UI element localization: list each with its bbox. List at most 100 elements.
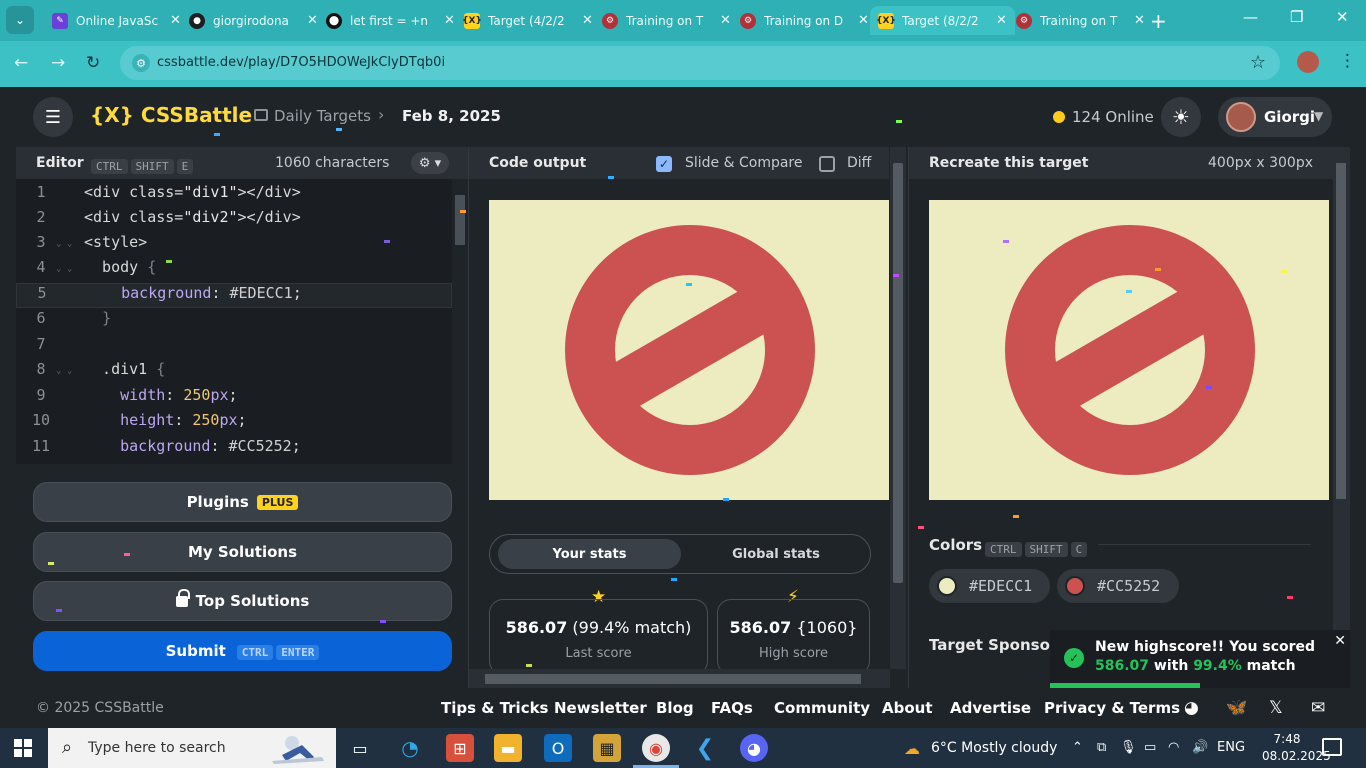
scrollbar-thumb[interactable]: [1336, 163, 1346, 499]
confetti: [671, 578, 677, 581]
file-explorer-icon[interactable]: ▬: [494, 734, 522, 762]
editor-scrollbar[interactable]: [452, 179, 468, 464]
site-info-icon[interactable]: ⚙: [132, 54, 150, 72]
bluesky-icon[interactable]: 🦋: [1226, 698, 1247, 718]
kbd-key: CTRL: [985, 542, 1022, 557]
network-icon[interactable]: ⧉: [1097, 740, 1106, 755]
weather-icon[interactable]: ☁: [898, 734, 926, 762]
outlook-icon[interactable]: O: [544, 734, 572, 762]
system-clock[interactable]: 7:48 08.02.2025: [1262, 731, 1331, 765]
close-tab-icon[interactable]: ✕: [720, 13, 731, 28]
slide-compare-checkbox[interactable]: ✓: [656, 156, 672, 172]
slide-compare-label[interactable]: Slide & Compare: [685, 155, 803, 171]
browser-tab[interactable]: ● giorgirodona ✕: [181, 6, 326, 35]
forward-icon[interactable]: →: [51, 53, 65, 73]
browser-tab[interactable]: ⚙ Training on D ✕: [732, 6, 877, 35]
close-tab-icon[interactable]: ✕: [858, 13, 869, 28]
browser-tab[interactable]: ⬤ let first = +n ✕: [318, 6, 463, 35]
fold-chevron-icon[interactable]: ⌄ ⌄: [56, 264, 72, 274]
diff-label[interactable]: Diff: [847, 155, 871, 171]
theme-toggle-sun-icon[interactable]: ☀: [1161, 97, 1201, 137]
footer-link-blog[interactable]: Blog: [656, 699, 694, 717]
close-tab-icon[interactable]: ✕: [582, 13, 593, 28]
footer-link-privacy[interactable]: Privacy & Terms: [1044, 699, 1180, 717]
bookmark-star-icon[interactable]: ☆: [1250, 52, 1266, 73]
footer-link-community[interactable]: Community: [774, 699, 870, 717]
browser-tab[interactable]: ✎ Online JavaSc ✕: [44, 6, 189, 35]
reload-icon[interactable]: ↻: [86, 53, 100, 73]
fold-chevron-icon[interactable]: ⌄ ⌄: [56, 366, 72, 376]
discord-icon[interactable]: ◕: [1184, 698, 1199, 718]
footer-link-newsletter[interactable]: Newsletter: [554, 699, 647, 717]
color-swatch[interactable]: #EDECC1: [929, 569, 1050, 603]
close-tab-icon[interactable]: ✕: [996, 13, 1007, 28]
plugins-button[interactable]: Plugins PLUS: [33, 482, 452, 522]
github-icon: ●: [189, 12, 205, 29]
code-output-preview[interactable]: [489, 200, 889, 500]
top-solutions-button[interactable]: Top Solutions: [33, 581, 452, 621]
editor-settings-gear-icon[interactable]: ⚙ ▾: [411, 152, 449, 174]
store-icon[interactable]: ⊞: [446, 734, 474, 762]
email-icon[interactable]: ✉: [1311, 698, 1325, 718]
color-swatch[interactable]: #CC5252: [1057, 569, 1179, 603]
diff-checkbox[interactable]: [819, 156, 835, 172]
browser-tab[interactable]: ⚙ Training on T ✕: [1008, 6, 1153, 35]
footer-link-tips[interactable]: Tips & Tricks: [441, 699, 548, 717]
edge-icon[interactable]: ◔: [396, 734, 424, 762]
battery-icon[interactable]: ▭: [1144, 740, 1156, 755]
task-view-icon[interactable]: ▭: [346, 734, 374, 762]
browser-tab-active[interactable]: {X} Target (8/2/2 ✕: [870, 6, 1015, 35]
browser-menu-icon[interactable]: ⋮: [1339, 51, 1356, 71]
footer-link-faqs[interactable]: FAQs: [711, 699, 753, 717]
new-tab-icon[interactable]: +: [1150, 9, 1167, 33]
restore-icon[interactable]: ❐: [1290, 8, 1303, 26]
code-editor[interactable]: 1 <div class="div1"></div> 2 <div class=…: [16, 179, 468, 464]
url-input[interactable]: ⚙ cssbattle.dev/play/D7O5HDOWeJkClyDTqb0…: [120, 46, 1280, 80]
profile-avatar[interactable]: [1297, 51, 1319, 73]
submit-button[interactable]: Submit CTRL ENTER: [33, 631, 452, 671]
footer-link-about[interactable]: About: [882, 699, 933, 717]
app-icon[interactable]: ▦: [593, 734, 621, 762]
tab-your-stats[interactable]: Your stats: [498, 539, 681, 569]
my-solutions-button[interactable]: My Solutions: [33, 532, 452, 572]
close-tab-icon[interactable]: ✕: [170, 13, 181, 28]
back-icon[interactable]: ←: [14, 53, 28, 73]
notification-center-icon[interactable]: [1322, 738, 1342, 756]
language-indicator[interactable]: ENG: [1217, 740, 1245, 755]
footer-link-advertise[interactable]: Advertise: [950, 699, 1031, 717]
breadcrumb-daily-targets[interactable]: Daily Targets: [274, 107, 371, 125]
tab-search-button[interactable]: ⌄: [6, 6, 34, 34]
output-horizontal-scrollbar[interactable]: [469, 669, 890, 688]
close-toast-icon[interactable]: ✕: [1334, 633, 1346, 649]
scrollbar-thumb[interactable]: [893, 163, 903, 583]
user-menu-button[interactable]: Giorgi ▼: [1218, 97, 1332, 137]
hamburger-menu-icon[interactable]: ☰: [33, 97, 73, 137]
volume-icon[interactable]: 🔊: [1192, 740, 1208, 755]
vscode-icon[interactable]: ❮: [691, 734, 719, 762]
windows-start-icon[interactable]: [14, 739, 32, 757]
output-scrollbar[interactable]: [890, 147, 906, 669]
scrollbar-thumb[interactable]: [485, 674, 861, 684]
browser-tab[interactable]: {X} Target (4/2/2 ✕: [456, 6, 601, 35]
close-tab-icon[interactable]: ✕: [307, 13, 318, 28]
wifi-icon[interactable]: ◠: [1168, 740, 1179, 755]
target-image[interactable]: [929, 200, 1329, 500]
discord-app-icon[interactable]: ◕: [740, 734, 768, 762]
minimize-icon[interactable]: —: [1243, 8, 1258, 26]
x-twitter-icon[interactable]: 𝕏: [1269, 698, 1283, 718]
tray-chevron-up-icon[interactable]: ⌃: [1072, 740, 1083, 755]
close-window-icon[interactable]: ✕: [1336, 8, 1349, 26]
online-count[interactable]: 124 Online: [1072, 108, 1154, 126]
cssbattle-logo[interactable]: {X} CSSBattle: [90, 103, 252, 127]
target-scrollbar[interactable]: [1333, 147, 1350, 688]
browser-tab[interactable]: ⚙ Training on T ✕: [594, 6, 739, 35]
taskbar-search-input[interactable]: ⌕ Type here to search: [48, 728, 336, 768]
chrome-icon[interactable]: ◉: [642, 734, 670, 762]
microphone-icon[interactable]: 🎙: [1120, 740, 1137, 755]
close-tab-icon[interactable]: ✕: [444, 13, 455, 28]
close-tab-icon[interactable]: ✕: [1134, 13, 1145, 28]
scrollbar-thumb[interactable]: [455, 195, 465, 245]
tab-global-stats[interactable]: Global stats: [686, 539, 866, 569]
weather-text[interactable]: 6°C Mostly cloudy: [931, 740, 1057, 756]
fold-chevron-icon[interactable]: ⌄ ⌄: [56, 239, 72, 249]
